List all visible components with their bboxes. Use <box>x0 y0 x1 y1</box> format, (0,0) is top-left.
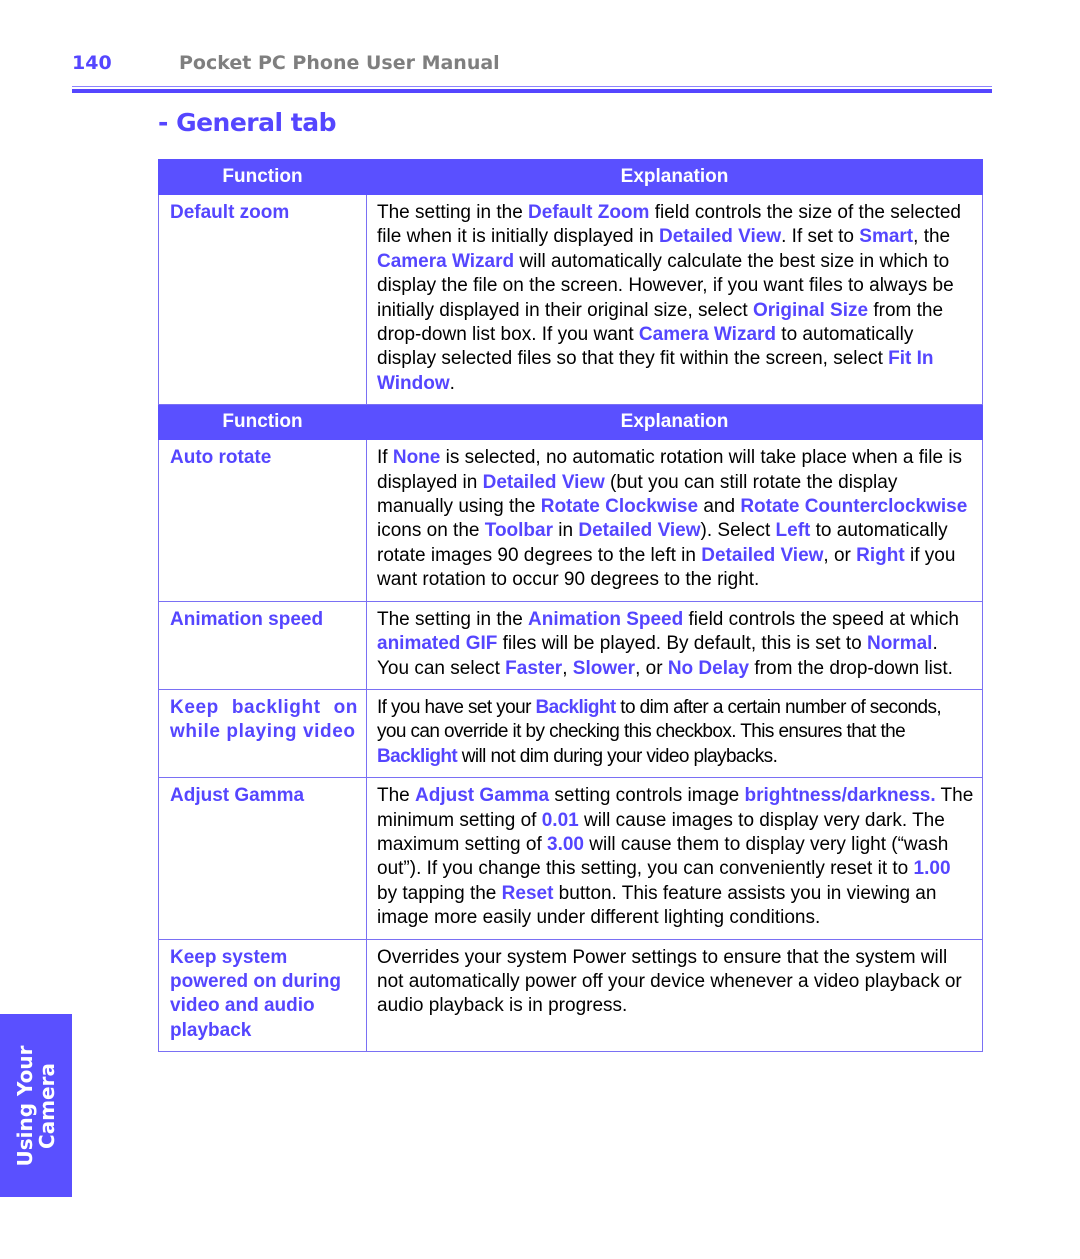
keyword-term: Default Zoom <box>528 202 650 223</box>
keyword-term: 1.00 <box>913 858 951 880</box>
keyword-term: Detailed View <box>482 471 605 493</box>
keyword-term: Reset <box>501 882 554 904</box>
column-header-explanation: Explanation <box>366 159 983 195</box>
explanation-text: and <box>698 496 741 518</box>
explanation-text: files will be played. By default, this i… <box>497 633 867 655</box>
explanation-text: from the drop-down list. <box>749 657 953 679</box>
keyword-term: Backlight <box>377 745 458 767</box>
chapter-label-line1: Using Your <box>13 1045 37 1167</box>
explanation-text: The setting in the <box>377 202 529 223</box>
function-table: Function Explanation Default zoom The se… <box>158 159 983 1053</box>
explanation-text: icons on the <box>377 520 485 542</box>
explanation-cell: The Adjust Gamma setting controls image … <box>366 777 983 940</box>
keyword-term: Smart <box>859 226 914 248</box>
keyword-term: 0.01 <box>541 809 579 831</box>
table-row: Animation speed The setting in the Anima… <box>158 600 983 690</box>
explanation-cell: If None is selected, no automatic rotati… <box>366 439 983 602</box>
function-cell: Keep system powered on during video and … <box>158 938 367 1053</box>
keyword-term: Detailed View <box>578 520 701 542</box>
explanation-text: , or <box>823 544 857 566</box>
keyword-term: No Delay <box>667 657 750 679</box>
explanation-cell: Overrides your system Power settings to … <box>366 938 983 1053</box>
chapter-label-line2: Camera <box>35 1063 59 1149</box>
function-cell: Keep backlight on while playing video <box>158 688 367 779</box>
table-row: Auto rotate If None is selected, no auto… <box>158 439 983 602</box>
keyword-term: Normal <box>866 633 933 655</box>
keyword-term: Camera Wizard <box>377 250 515 272</box>
keyword-term: brightness/darkness. <box>744 785 936 807</box>
keyword-term: Slower <box>572 657 636 679</box>
explanation-text: setting controls image <box>549 785 745 807</box>
keyword-term: Detailed View <box>658 226 782 248</box>
header-rule-thin <box>72 86 992 87</box>
column-header-function: Function <box>158 159 367 195</box>
explanation-text: The setting in the <box>377 608 529 630</box>
explanation-text: If <box>377 447 393 469</box>
keyword-term: Adjust Gamma <box>415 785 550 807</box>
header-rule-thick <box>72 89 992 93</box>
explanation-cell: If you have set your Backlight to dim af… <box>366 688 983 779</box>
keyword-term: Detailed View <box>701 544 824 566</box>
keyword-term: None <box>392 447 441 469</box>
column-header-function: Function <box>158 404 367 441</box>
explanation-text: will not dim during your video playbacks… <box>457 745 778 767</box>
manual-title: Pocket PC Phone User Manual <box>179 52 500 74</box>
keyword-term: Animation Speed <box>528 608 684 630</box>
explanation-text: . <box>449 372 455 394</box>
explanation-text: Overrides your system Power settings to … <box>377 946 962 1017</box>
column-header-explanation: Explanation <box>366 404 983 441</box>
explanation-text: , or <box>635 657 668 679</box>
table-header-row: Function Explanation <box>158 159 983 195</box>
keyword-term: Original Size <box>752 299 869 321</box>
explanation-text: in <box>553 520 579 542</box>
explanation-text: by tapping the <box>377 882 502 904</box>
explanation-cell: The setting in the Default Zoom field co… <box>366 193 983 406</box>
keyword-term: Camera Wizard <box>638 324 777 346</box>
function-cell: Adjust Gamma <box>158 777 367 940</box>
page-number: 140 <box>72 52 112 74</box>
table-row: Keep backlight on while playing video If… <box>158 688 983 779</box>
keyword-term: Rotate Counterclockwise <box>740 496 968 518</box>
keyword-term: Rotate Clockwise <box>540 496 699 518</box>
keyword-term: Faster <box>505 657 563 679</box>
section-title: - General tab <box>158 108 337 137</box>
explanation-text: , <box>562 657 573 679</box>
table-header-row: Function Explanation <box>158 404 983 441</box>
keyword-term: Right <box>856 544 905 566</box>
table-row: Keep system powered on during video and … <box>158 938 983 1053</box>
keyword-term: animated GIF <box>377 633 498 655</box>
keyword-term: Left <box>775 520 811 542</box>
page-header: 140 Pocket PC Phone User Manual <box>72 50 992 94</box>
keyword-term: Backlight <box>535 696 617 718</box>
function-cell: Animation speed <box>158 600 367 690</box>
explanation-text: . If set to <box>781 226 860 248</box>
explanation-text: If you have set your <box>377 696 536 718</box>
keyword-term: Toolbar <box>484 520 554 542</box>
explanation-text: , the <box>913 226 951 248</box>
function-cell: Default zoom <box>158 193 367 406</box>
function-cell: Auto rotate <box>158 439 367 602</box>
table-row: Default zoom The setting in the Default … <box>158 193 983 406</box>
explanation-cell: The setting in the Animation Speed field… <box>366 600 983 690</box>
explanation-text: field controls the speed at which <box>683 608 959 630</box>
chapter-side-tab: Using Your Camera <box>0 1014 72 1197</box>
explanation-text: The <box>377 785 416 807</box>
table-row: Adjust Gamma The Adjust Gamma setting co… <box>158 777 983 940</box>
chapter-label: Using Your Camera <box>13 1045 59 1167</box>
explanation-text: ). Select <box>700 520 776 542</box>
keyword-term: 3.00 <box>547 833 584 855</box>
